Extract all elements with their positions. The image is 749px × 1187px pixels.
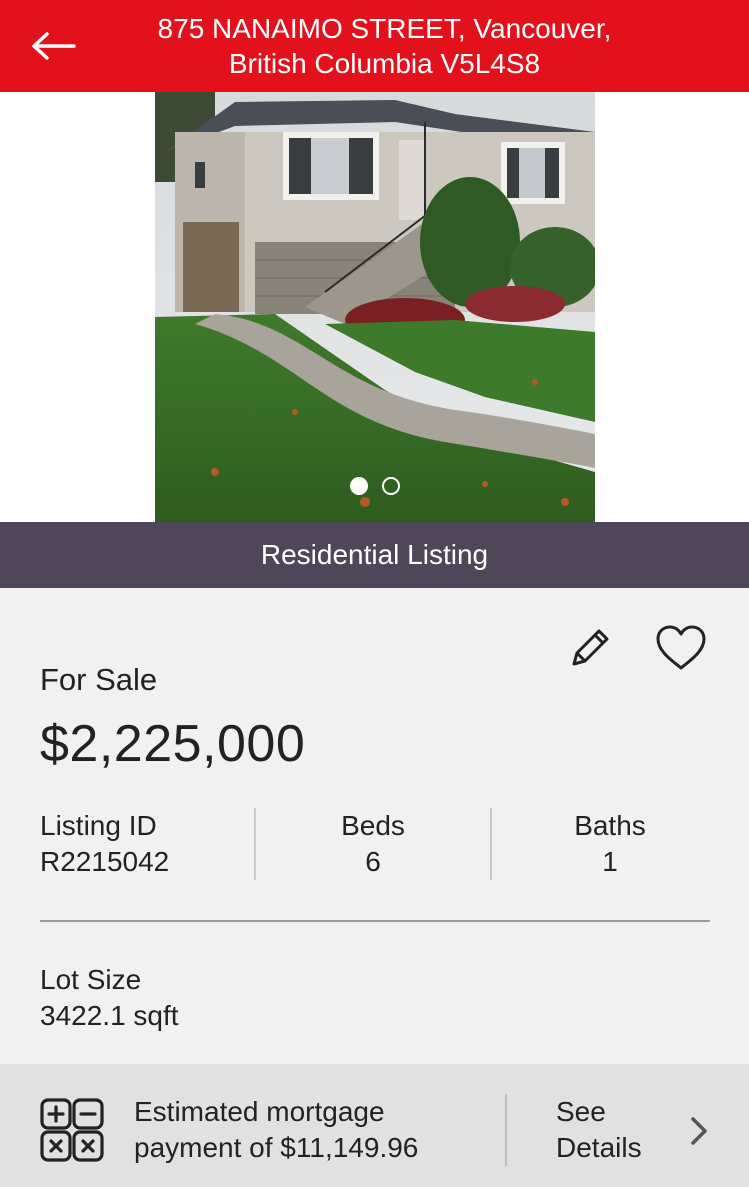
pencil-icon [572, 629, 609, 666]
section-divider [40, 920, 710, 922]
listing-details: For Sale $2,225,000 Listing ID R2215042 … [0, 588, 749, 1064]
see-details-line-1: See [556, 1096, 606, 1127]
page-title: 875 NANAIMO STREET, Vancouver, British C… [105, 11, 665, 81]
title-line-1: 875 NANAIMO STREET, Vancouver, [157, 13, 612, 44]
stat-baths: Baths 1 [492, 808, 728, 880]
stat-beds: Beds 6 [256, 808, 490, 880]
heart-icon [656, 625, 706, 670]
house-photo-illustration [155, 92, 595, 522]
mortgage-line-1: Estimated mortgage [134, 1096, 385, 1127]
see-details-label: See Details [556, 1094, 642, 1166]
mortgage-divider [505, 1094, 507, 1166]
listing-type-banner: Residential Listing [0, 522, 749, 588]
listing-stats: Listing ID R2215042 Beds 6 Baths 1 [40, 808, 710, 880]
lot-size: Lot Size 3422.1 sqft [40, 962, 179, 1034]
baths-value: 1 [602, 846, 618, 877]
mortgage-estimate-bar: Estimated mortgage payment of $11,149.96… [0, 1064, 749, 1187]
chevron-right-icon [686, 1114, 712, 1148]
mortgage-estimate-text: Estimated mortgage payment of $11,149.96 [134, 1094, 418, 1166]
stat-listing-id: Listing ID R2215042 [40, 808, 254, 880]
beds-label: Beds [341, 810, 405, 841]
listing-id-value: R2215042 [40, 846, 170, 877]
listing-price: $2,225,000 [40, 715, 306, 773]
lot-size-value: 3422.1 sqft [40, 1000, 179, 1031]
lot-size-label: Lot Size [40, 964, 142, 995]
title-line-2: British Columbia V5L4S8 [228, 48, 541, 79]
baths-label: Baths [574, 810, 646, 841]
gallery-pagination [0, 477, 749, 495]
arrow-left-icon [32, 32, 76, 60]
calculator-icon [40, 1098, 104, 1162]
app-header: 875 NANAIMO STREET, Vancouver, British C… [0, 0, 749, 92]
listing-id-label: Listing ID [40, 810, 157, 841]
listing-type-label: Residential Listing [260, 539, 489, 570]
favorite-button[interactable] [654, 624, 708, 672]
page-dot-1[interactable] [349, 477, 368, 495]
mortgage-line-2: payment of $11,149.96 [134, 1132, 419, 1163]
see-details-button[interactable]: See Details [556, 1094, 726, 1166]
photo-gallery[interactable] [0, 92, 749, 522]
page-dot-2[interactable] [381, 477, 400, 495]
back-button[interactable] [28, 26, 80, 66]
listing-status: For Sale [40, 662, 158, 697]
edit-button[interactable] [566, 624, 614, 672]
beds-value: 6 [365, 846, 381, 877]
listing-photo[interactable] [155, 92, 595, 522]
see-details-line-2: Details [556, 1132, 642, 1163]
